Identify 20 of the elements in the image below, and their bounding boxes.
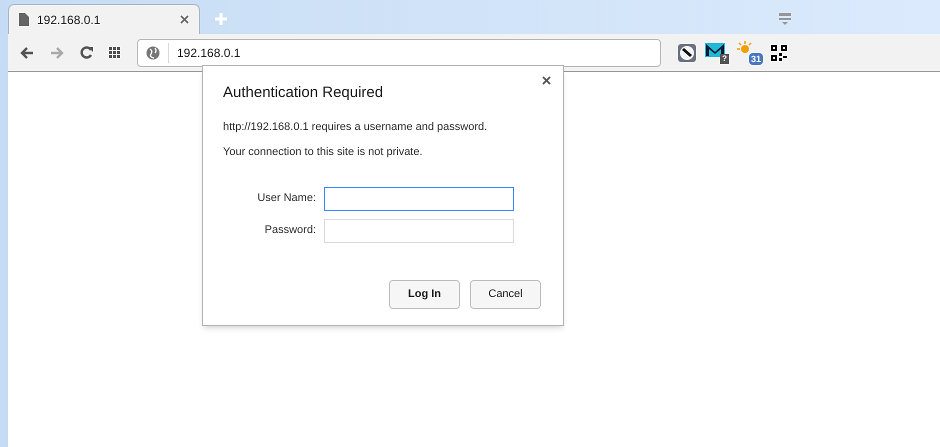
address-text: 192.168.0.1 [177, 44, 240, 62]
close-icon[interactable] [180, 15, 189, 24]
input-field[interactable] [324, 186, 514, 210]
field-label: Password: [264, 223, 317, 238]
privacy-notice: Your connection to this site is not private. [223, 145, 424, 160]
reload-icon[interactable] [80, 46, 93, 59]
apps-grid-icon[interactable] [109, 47, 121, 58]
dialog-message: http://192.168.0.1 requires a username and password. [223, 120, 488, 134]
address-bar[interactable]: 192.168.0.1 [137, 38, 661, 66]
document-icon [19, 13, 29, 26]
back-arrow-icon[interactable] [20, 46, 34, 58]
tab-title: 192.168.0.1 [37, 12, 102, 28]
browser-tab[interactable]: 192.168.0.1 [8, 4, 200, 34]
cancel-button[interactable]: Cancel [470, 280, 541, 309]
qr-code-icon[interactable] [771, 44, 787, 60]
globe-icon [146, 46, 160, 60]
dialog-title: Authentication Required [223, 83, 384, 103]
close-icon[interactable] [542, 76, 551, 85]
field-label: User Name: [256, 191, 317, 206]
login-button[interactable]: Log In [389, 280, 460, 309]
